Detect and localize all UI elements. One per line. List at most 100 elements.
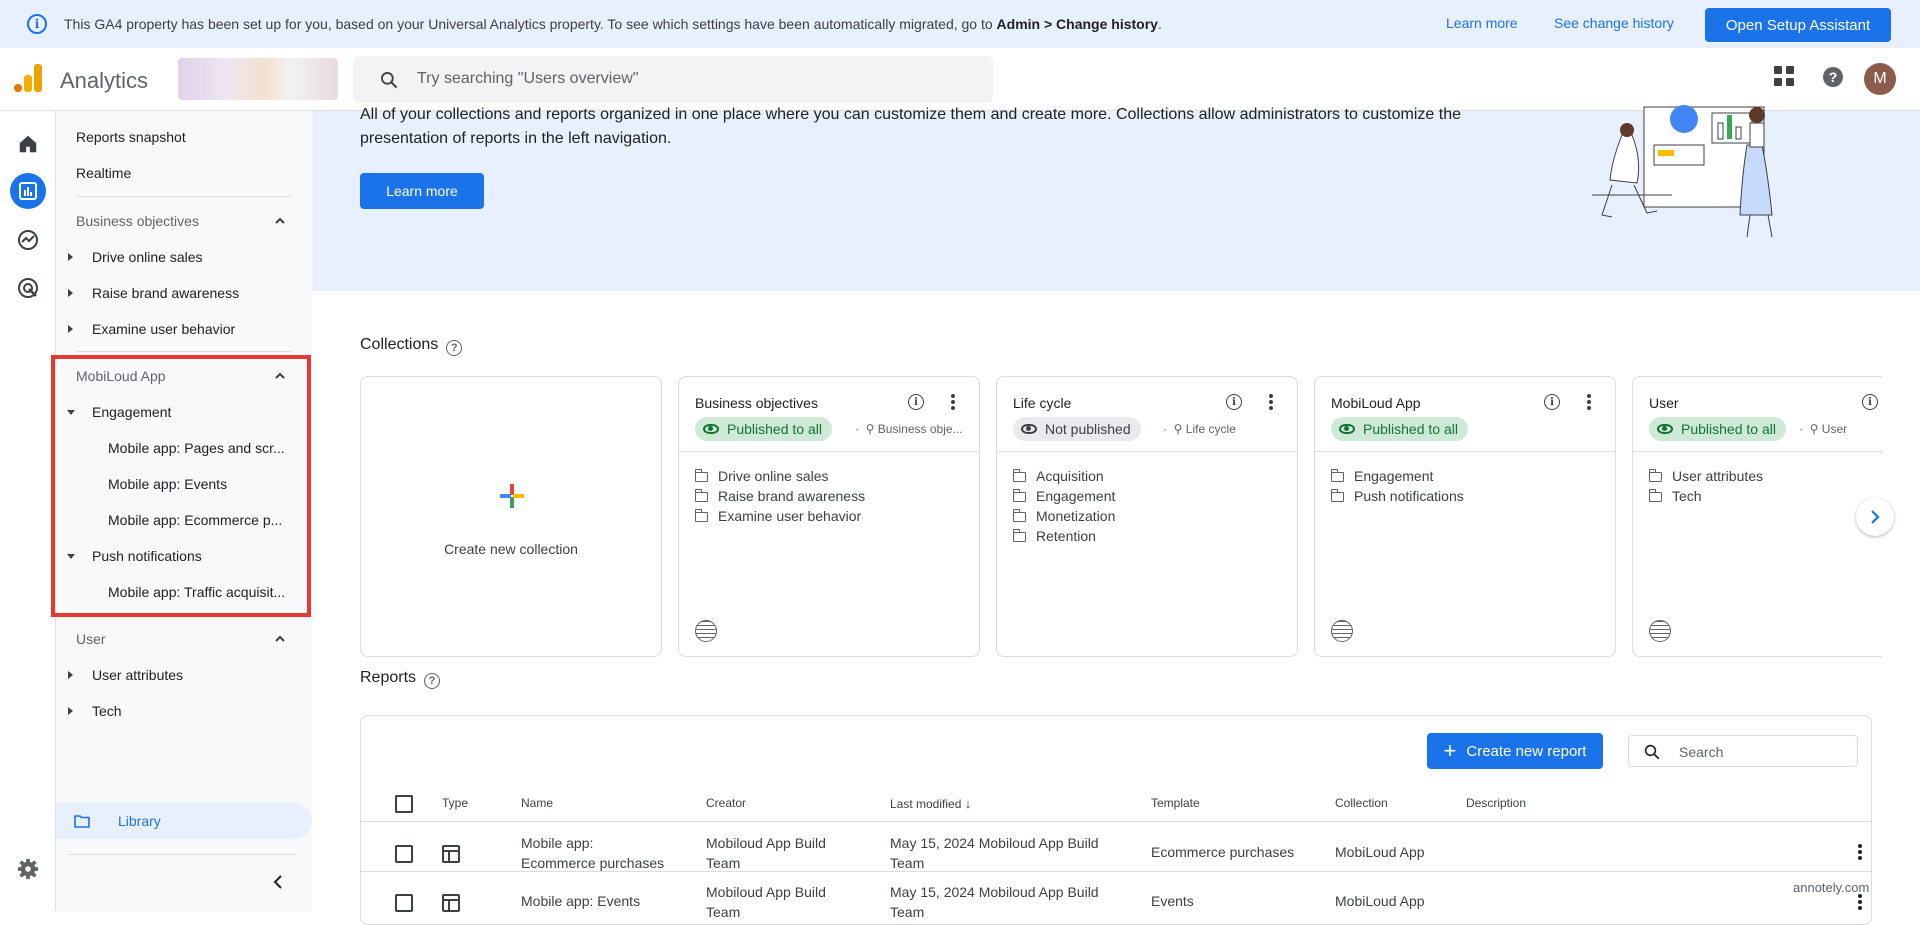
- column-header-template[interactable]: Template: [1151, 796, 1200, 810]
- more-vert-icon[interactable]: [951, 394, 955, 412]
- folder-icon: [1012, 529, 1026, 542]
- open-setup-assistant-button[interactable]: Open Setup Assistant: [1705, 8, 1891, 42]
- folder-item: User attributes: [1648, 468, 1763, 484]
- nav-reports-snapshot[interactable]: Reports snapshot: [76, 129, 186, 145]
- nav-realtime[interactable]: Realtime: [76, 165, 131, 181]
- report-template: Events: [1151, 893, 1194, 909]
- learn-more-link[interactable]: Learn more: [1446, 15, 1518, 31]
- divider: [1315, 451, 1615, 452]
- report-last-modified: May 15, 2024 Mobiloud App Build Team: [890, 835, 1099, 871]
- collection-meta: · ⚲ Life cycle: [1163, 422, 1236, 436]
- create-new-collection-card[interactable]: Create new collection: [360, 376, 662, 657]
- advertising-icon[interactable]: [13, 273, 43, 303]
- folder-item: Drive online sales: [694, 468, 829, 484]
- nav-drive-online-sales[interactable]: Drive online sales: [92, 249, 203, 265]
- help-icon[interactable]: ?: [1822, 66, 1844, 88]
- help-circle-icon[interactable]: ?: [424, 673, 441, 689]
- reports-icon[interactable]: [10, 173, 46, 209]
- divider: [68, 854, 296, 855]
- expand-arrow-icon[interactable]: [68, 289, 73, 297]
- divider: [76, 196, 292, 197]
- column-header-last-modified[interactable]: Last modified ↓: [890, 796, 971, 811]
- expand-arrow-icon[interactable]: [68, 707, 73, 715]
- scroll-next-button[interactable]: [1856, 498, 1894, 536]
- eye-off-icon: [1021, 424, 1037, 434]
- more-vert-icon[interactable]: [1858, 844, 1862, 862]
- folder-icon: [694, 469, 708, 482]
- chevron-up-icon[interactable]: [274, 215, 286, 227]
- left-rail: [0, 111, 56, 911]
- divider: [361, 821, 1871, 822]
- apps-grid-icon[interactable]: [1774, 66, 1794, 86]
- eye-icon: [1339, 424, 1355, 434]
- collection-card-mobiloud-app[interactable]: MobiLoud App i Published to all Engageme…: [1314, 376, 1616, 657]
- card-clip: User i Published to all · ⚲ User User at…: [1632, 376, 1882, 658]
- divider: [361, 871, 1871, 872]
- expand-arrow-icon[interactable]: [68, 671, 73, 679]
- status-badge: Published to all: [1331, 417, 1468, 441]
- info-icon[interactable]: i: [908, 394, 924, 410]
- nav-user-attributes[interactable]: User attributes: [92, 667, 183, 683]
- info-icon[interactable]: i: [1544, 394, 1560, 410]
- report-name[interactable]: Mobile app: Events: [521, 891, 671, 911]
- library-label: Library: [118, 813, 161, 829]
- divider: [1633, 451, 1882, 452]
- home-icon[interactable]: [13, 129, 43, 159]
- more-vert-icon[interactable]: [1269, 394, 1273, 412]
- column-header-description[interactable]: Description: [1466, 796, 1526, 810]
- eye-icon: [1657, 424, 1673, 434]
- section-business-objectives[interactable]: Business objectives: [76, 213, 199, 229]
- create-new-collection-label: Create new collection: [444, 541, 578, 557]
- help-circle-icon[interactable]: ?: [446, 340, 463, 356]
- row-checkbox[interactable]: [395, 894, 413, 912]
- info-icon[interactable]: i: [1226, 394, 1242, 410]
- folder-icon: [1648, 469, 1662, 482]
- column-header-creator[interactable]: Creator: [706, 796, 746, 810]
- table-icon: [442, 845, 460, 863]
- analytics-logo[interactable]: [14, 64, 42, 92]
- column-header-name[interactable]: Name: [521, 796, 553, 810]
- explore-icon[interactable]: [13, 225, 43, 255]
- watermark: annotely.com: [1793, 880, 1870, 895]
- app-name: Analytics: [60, 68, 149, 93]
- avatar[interactable]: M: [1864, 63, 1896, 95]
- nav-examine-user-behavior[interactable]: Examine user behavior: [92, 321, 235, 337]
- search-bar[interactable]: Try searching "Users overview": [353, 56, 993, 103]
- report-collection: MobiLoud App: [1335, 844, 1425, 860]
- reports-search-input[interactable]: Search: [1628, 735, 1858, 767]
- library-nav-item[interactable]: Library: [56, 803, 312, 839]
- account-selector[interactable]: [178, 58, 338, 100]
- expand-arrow-icon[interactable]: [68, 325, 73, 333]
- collection-card-life-cycle[interactable]: Life cycle i Not published · ⚲ Life cycl…: [996, 376, 1298, 657]
- column-header-type[interactable]: Type: [442, 796, 468, 810]
- globe-icon: [1331, 620, 1353, 642]
- folder-item: Examine user behavior: [694, 508, 861, 524]
- collapse-sidebar-icon[interactable]: [272, 874, 284, 890]
- search-placeholder: Search: [1679, 744, 1724, 760]
- report-name[interactable]: Mobile app: Ecommerce purchases: [521, 833, 671, 873]
- chevron-up-icon[interactable]: [274, 633, 286, 645]
- settings-gear-icon[interactable]: [13, 854, 43, 884]
- section-user[interactable]: User: [76, 631, 106, 647]
- create-new-report-button[interactable]: + Create new report: [1427, 733, 1603, 769]
- collection-card-business-objectives[interactable]: Business objectives i Published to all ·…: [678, 376, 980, 657]
- collection-title: User: [1649, 395, 1679, 411]
- info-icon[interactable]: i: [1862, 394, 1878, 410]
- more-vert-icon[interactable]: [1587, 394, 1591, 412]
- folder-icon: [1330, 489, 1344, 502]
- hero-learn-more-button[interactable]: Learn more: [360, 173, 484, 209]
- nav-tech[interactable]: Tech: [92, 703, 122, 719]
- collection-title: Business objectives: [695, 395, 818, 411]
- status-badge: Published to all: [1649, 417, 1786, 441]
- column-header-collection[interactable]: Collection: [1335, 796, 1388, 810]
- select-all-checkbox[interactable]: [395, 795, 413, 813]
- info-icon: i: [27, 14, 47, 34]
- see-change-history-link[interactable]: See change history: [1554, 15, 1674, 31]
- nav-raise-brand-awareness[interactable]: Raise brand awareness: [92, 285, 239, 301]
- expand-arrow-icon[interactable]: [68, 253, 73, 261]
- status-badge: Not published: [1013, 417, 1141, 441]
- banner-message: This GA4 property has been set up for yo…: [64, 16, 1162, 32]
- row-checkbox[interactable]: [395, 845, 413, 863]
- more-vert-icon[interactable]: [1858, 894, 1862, 912]
- collection-card-user[interactable]: User i Published to all · ⚲ User User at…: [1632, 376, 1882, 657]
